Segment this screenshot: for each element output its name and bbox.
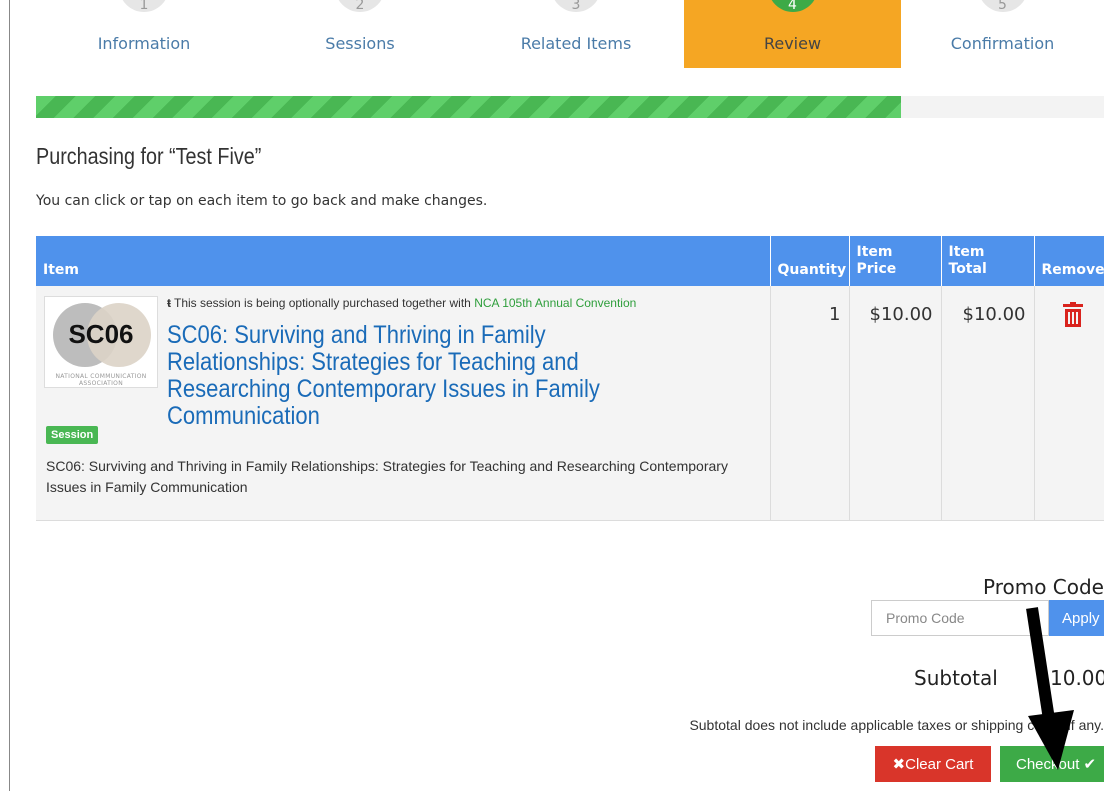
column-header-quantity: Quantity <box>770 236 850 286</box>
link-icon: ŧ <box>167 296 171 310</box>
trash-icon[interactable] <box>1062 302 1083 328</box>
step-number: 5 <box>977 0 1028 12</box>
step-number: 3 <box>551 0 601 12</box>
x-icon: ✖ <box>892 756 906 773</box>
annotation-arrow-icon <box>1026 607 1074 770</box>
checkout-steps: 1 Information 2 Sessions 3 Related Items… <box>36 0 1104 68</box>
step-confirmation[interactable]: 5 Confirmation <box>901 0 1104 68</box>
item-price-cell: $10.00 <box>849 286 942 521</box>
instructions-text: You can click or tap on each item to go … <box>36 193 488 209</box>
step-related-items[interactable]: 3 Related Items <box>468 0 684 68</box>
column-header-item-price: Item Price <box>849 236 942 286</box>
trash-stripe <box>1067 312 1070 324</box>
subtotal-label: Subtotal <box>914 666 998 690</box>
clear-cart-button[interactable]: ✖Clear Cart <box>875 746 991 782</box>
item-cell[interactable]: SC06 NATIONAL COMMUNICATION ASSOCIATION … <box>36 286 771 521</box>
thumbnail-code: SC06 <box>68 319 134 349</box>
step-number: 2 <box>335 0 385 12</box>
arrow-shaft <box>1026 607 1056 727</box>
page-title: Purchasing for “Test Five” <box>36 143 262 169</box>
trash-stripe <box>1075 312 1078 324</box>
step-label: Information <box>97 34 191 53</box>
convention-link[interactable]: NCA 105th Annual Convention <box>474 296 636 310</box>
session-thumbnail[interactable]: SC06 NATIONAL COMMUNICATION ASSOCIATION <box>44 296 158 388</box>
bundle-note-text: This session is being optionally purchas… <box>174 296 471 310</box>
step-information[interactable]: 1 Information <box>36 0 252 68</box>
step-label: Sessions <box>325 34 395 53</box>
step-label: Confirmation <box>950 34 1055 53</box>
table-row[interactable]: SC06 NATIONAL COMMUNICATION ASSOCIATION … <box>36 286 1104 521</box>
cart-table: Item Quantity Item Price Item Total Remo… <box>36 236 1104 521</box>
page-left-border <box>9 0 10 791</box>
item-description: SC06: Surviving and Thriving in Family R… <box>46 458 728 495</box>
column-header-remove: Remove <box>1034 236 1104 286</box>
column-header-item-total-label: Item Total <box>948 244 987 277</box>
arrow-head <box>1028 710 1074 770</box>
step-review[interactable]: 4 Review <box>684 0 901 68</box>
promo-code-label: Promo Code <box>982 575 1104 599</box>
step-label: Review <box>763 34 822 53</box>
trash-can <box>1064 309 1081 327</box>
table-header-row: Item Quantity Item Price Item Total Remo… <box>36 236 1104 286</box>
bundle-note: ŧ This session is being optionally purcha… <box>167 296 636 310</box>
item-title-link[interactable]: SC06: Surviving and Thriving in Family R… <box>167 322 660 430</box>
column-header-item: Item <box>36 236 771 286</box>
step-label: Related Items <box>520 34 632 53</box>
step-sessions[interactable]: 2 Sessions <box>252 0 468 68</box>
trash-stripe <box>1071 312 1074 324</box>
quantity-cell: 1 <box>770 286 850 521</box>
clear-cart-label: Clear Cart <box>905 756 974 773</box>
step-number: 1 <box>119 0 169 12</box>
progress-fill <box>36 96 902 118</box>
progress-bar <box>36 96 1104 118</box>
thumbnail-org: NATIONAL COMMUNICATION ASSOCIATION <box>55 373 147 387</box>
column-header-item-price-label: Item Price <box>856 244 897 277</box>
trash-lid <box>1062 304 1083 307</box>
step-number: 4 <box>767 0 818 12</box>
item-total-cell: $10.00 <box>941 286 1035 521</box>
remove-cell <box>1034 286 1104 521</box>
column-header-item-total: Item Total <box>941 236 1035 286</box>
session-badge: Session <box>46 426 99 444</box>
